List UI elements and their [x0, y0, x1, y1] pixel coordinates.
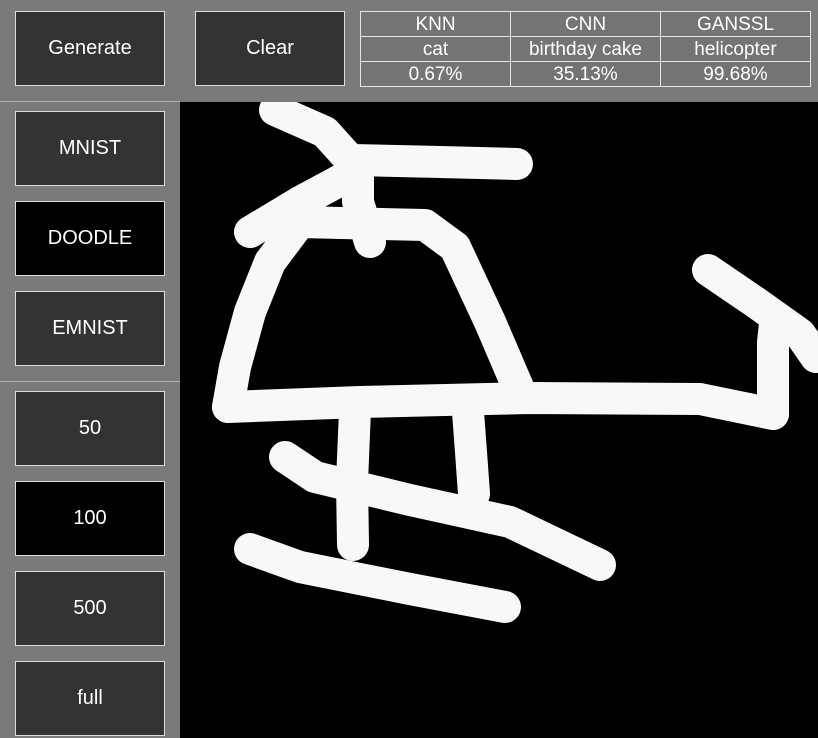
size-50-button[interactable]: 50	[15, 391, 165, 466]
generate-button[interactable]: Generate	[15, 11, 165, 86]
results-table: KNN CNN GANSSL cat birthday cake helicop…	[360, 11, 811, 87]
size-500-button[interactable]: 500	[15, 571, 165, 646]
drawing-canvas[interactable]	[180, 102, 818, 738]
dataset-emnist-button[interactable]: EMNIST	[15, 291, 165, 366]
confidence-cnn: 35.13%	[510, 61, 661, 87]
skid-upper-stroke	[269, 441, 616, 581]
header-knn: KNN	[360, 11, 511, 37]
strut-right-stroke	[452, 396, 490, 510]
prediction-cnn: birthday cake	[510, 36, 661, 62]
toolbar-divider	[0, 101, 180, 102]
tail-upright-stroke	[757, 308, 791, 430]
body-base-stroke	[212, 382, 789, 430]
confidence-knn: 0.67%	[360, 61, 511, 87]
clear-button[interactable]: Clear	[195, 11, 345, 86]
prediction-ganssl: helicopter	[660, 36, 811, 62]
header-cnn: CNN	[510, 11, 661, 37]
skid-lower-stroke	[234, 533, 521, 623]
doodle-strokes	[212, 102, 818, 623]
size-full-button[interactable]: full	[15, 661, 165, 736]
rotor-stroke-bar	[336, 144, 533, 180]
sidebar-divider	[0, 381, 180, 382]
dataset-mnist-button[interactable]: MNIST	[15, 111, 165, 186]
dataset-doodle-button[interactable]: DOODLE	[15, 201, 165, 276]
size-100-button[interactable]: 100	[15, 481, 165, 556]
prediction-knn: cat	[360, 36, 511, 62]
confidence-ganssl: 99.68%	[660, 61, 811, 87]
header-ganssl: GANSSL	[660, 11, 811, 37]
